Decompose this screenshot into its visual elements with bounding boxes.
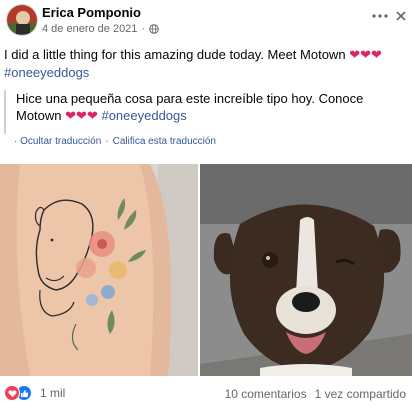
hide-translation-link[interactable]: · Ocultar traducción (14, 136, 101, 147)
shares-count[interactable]: 1 vez compartido (315, 387, 406, 401)
reaction-count: 1 mil (40, 386, 66, 400)
hashtag-link[interactable]: #oneeyeddogs (4, 65, 89, 80)
post-footer: 1 mil 10 comentarios 1 vez compartido (0, 380, 412, 406)
meta-separator: · (141, 23, 146, 35)
rate-translation-link[interactable]: Califica esta traducción (113, 136, 216, 147)
reactions-summary[interactable]: 1 mil (4, 385, 65, 401)
globe-icon[interactable] (149, 24, 159, 34)
hearts-emoji: ❤❤❤ (349, 47, 382, 62)
post-text-main: I did a little thing for this amazing du… (4, 47, 346, 62)
translation-block: Hice una pequeña cosa para este increíbl… (4, 90, 408, 134)
facebook-post: Erica Pomponio 4 de enero de 2021 · I di… (0, 0, 412, 406)
more-dots-icon[interactable] (370, 8, 390, 24)
comments-count[interactable]: 10 comentarios (225, 387, 307, 401)
engagement-counts: 10 comentarios 1 vez compartido (225, 387, 406, 401)
close-icon[interactable] (393, 8, 409, 24)
post-meta: 4 de enero de 2021 · (42, 23, 159, 35)
photo-tattoo[interactable] (0, 164, 198, 376)
love-reaction-icon (4, 385, 20, 401)
translation-actions: · Ocultar traducción · Califica esta tra… (14, 136, 216, 147)
translation-hearts-emoji: ❤❤❤ (65, 108, 98, 123)
photo-dog[interactable] (200, 164, 412, 376)
photo-grid (0, 164, 412, 376)
post-text: I did a little thing for this amazing du… (4, 46, 408, 82)
translation-separator: · (105, 136, 109, 147)
post-header: Erica Pomponio 4 de enero de 2021 · (0, 0, 412, 44)
author-avatar[interactable] (6, 4, 38, 36)
post-date[interactable]: 4 de enero de 2021 (42, 23, 137, 35)
author-name[interactable]: Erica Pomponio (42, 5, 141, 20)
translation-hashtag-link[interactable]: #oneeyeddogs (101, 108, 186, 123)
